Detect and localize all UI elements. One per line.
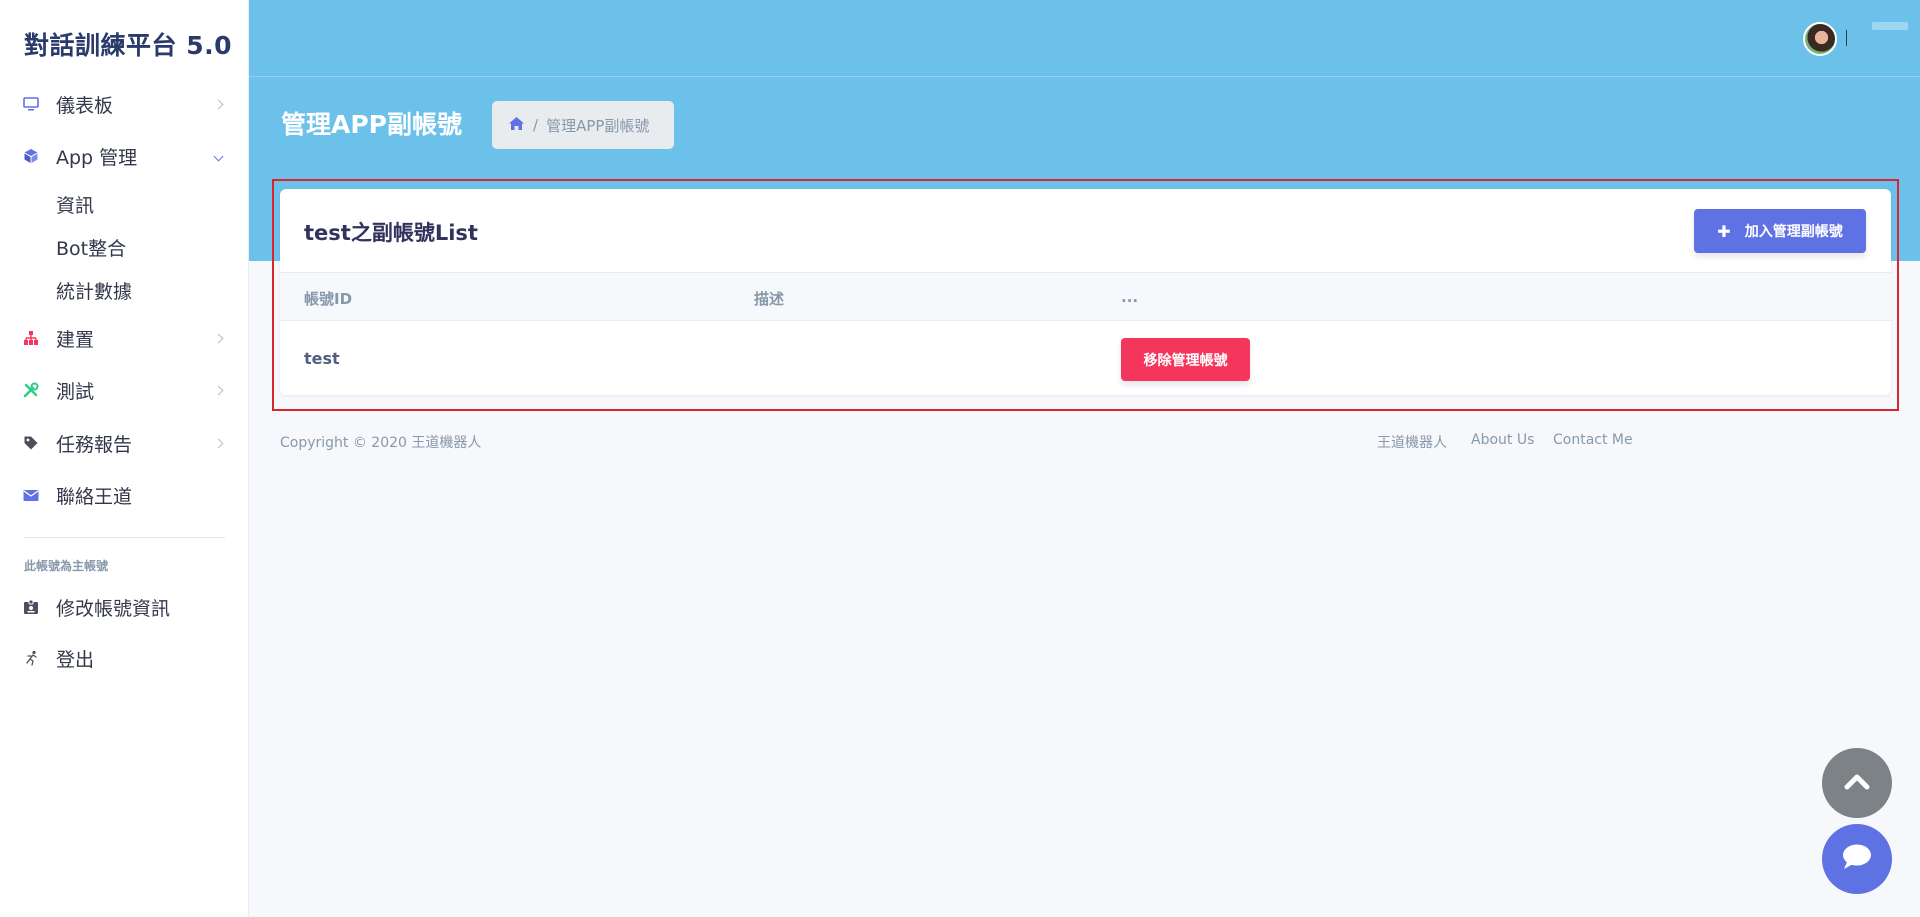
plus-icon: ✚	[1717, 221, 1731, 241]
page-title: 管理APP副帳號	[281, 110, 462, 139]
brand-title[interactable]: 對話訓練平台 5.0	[24, 26, 232, 62]
sidebar-item-dashboard[interactable]: 儀表板	[0, 84, 249, 124]
sub-account-card: test之副帳號List ✚ 加入管理副帳號 帳號ID 描述 ... test …	[280, 189, 1891, 395]
chevron-right-icon	[213, 99, 224, 109]
user-separator	[1846, 30, 1847, 46]
sidebar-item-test[interactable]: 測試	[0, 370, 249, 410]
chevron-down-icon	[213, 151, 224, 161]
sidebar-item-label: 聯絡王道	[56, 485, 133, 508]
envelope-icon	[22, 486, 40, 504]
sidebar-section-heading: 此帳號為主帳號	[24, 559, 109, 573]
chevron-right-icon	[213, 385, 224, 395]
footer-link-company[interactable]: 王道機器人	[1377, 432, 1447, 452]
user-name-placeholder[interactable]	[1872, 22, 1908, 30]
add-sub-account-label: 加入管理副帳號	[1744, 224, 1843, 240]
sidebar: 對話訓練平台 5.0 儀表板 App 管理 資訊 Bot整合 統計數據 建置 測…	[0, 0, 249, 917]
sidebar-item-label: 修改帳號資訊	[56, 597, 171, 620]
home-icon[interactable]	[508, 116, 525, 135]
column-header-description: 描述	[754, 290, 785, 308]
column-header-actions: ...	[1121, 288, 1139, 306]
badge-icon	[22, 598, 40, 616]
sidebar-item-task-report[interactable]: 任務報告	[0, 423, 249, 463]
sidebar-divider	[24, 537, 225, 538]
hierarchy-icon	[22, 329, 40, 347]
chevron-right-icon	[213, 438, 224, 448]
sidebar-subitem-bot-integration[interactable]: Bot整合	[56, 234, 126, 261]
chat-button[interactable]	[1822, 824, 1892, 894]
monitor-icon	[22, 95, 40, 113]
sidebar-item-label: 建置	[56, 328, 95, 351]
sidebar-item-label: App 管理	[56, 146, 138, 169]
sidebar-item-app-management[interactable]: App 管理	[0, 136, 249, 176]
remove-manager-button[interactable]: 移除管理帳號	[1121, 338, 1250, 381]
sidebar-item-label: 登出	[56, 648, 95, 671]
breadcrumb: / 管理APP副帳號	[492, 101, 674, 149]
cube-icon	[22, 147, 40, 165]
add-sub-account-button[interactable]: ✚ 加入管理副帳號	[1694, 209, 1866, 253]
sidebar-item-build[interactable]: 建置	[0, 318, 249, 358]
footer-link-about[interactable]: About Us	[1471, 432, 1534, 448]
table-header: 帳號ID 描述 ...	[280, 272, 1891, 321]
cell-account-id: test	[304, 349, 340, 368]
sidebar-item-label: 測試	[56, 380, 95, 403]
sidebar-item-contact[interactable]: 聯絡王道	[0, 475, 249, 515]
user-avatar[interactable]	[1803, 22, 1837, 56]
card-title: test之副帳號List	[304, 221, 478, 245]
chevron-up-icon	[1844, 772, 1870, 794]
sidebar-item-label: 任務報告	[56, 433, 133, 456]
running-icon	[22, 649, 40, 667]
breadcrumb-separator: /	[533, 116, 539, 134]
sidebar-subitem-info[interactable]: 資訊	[56, 191, 94, 218]
footer-copyright: Copyright © 2020 王道機器人	[280, 435, 482, 451]
header-divider	[249, 76, 1920, 77]
column-header-account-id: 帳號ID	[304, 290, 353, 308]
tag-icon	[22, 434, 40, 452]
chevron-right-icon	[213, 333, 224, 343]
sidebar-item-logout[interactable]: 登出	[0, 638, 249, 678]
sidebar-subitem-statistics[interactable]: 統計數據	[56, 277, 132, 304]
footer-link-contact[interactable]: Contact Me	[1553, 432, 1633, 448]
sidebar-item-edit-account[interactable]: 修改帳號資訊	[0, 587, 249, 627]
sidebar-item-label: 儀表板	[56, 94, 114, 117]
tools-icon	[22, 381, 40, 399]
chat-bubble-icon	[1841, 843, 1873, 875]
breadcrumb-current: 管理APP副帳號	[546, 116, 650, 135]
scroll-to-top-button[interactable]	[1822, 748, 1892, 818]
